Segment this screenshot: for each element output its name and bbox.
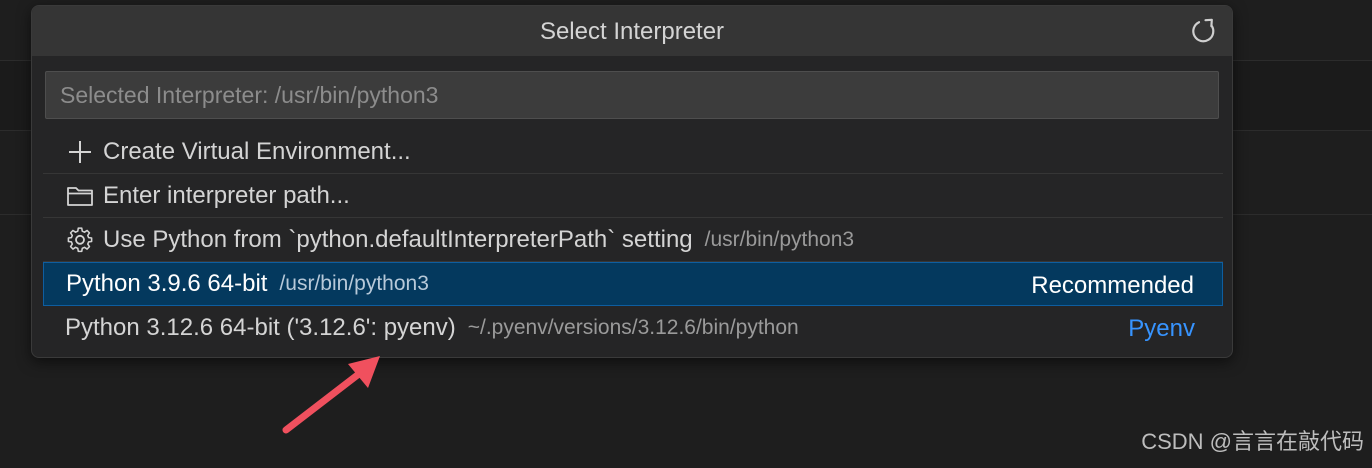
item-description: /usr/bin/python3	[279, 272, 429, 295]
item-description: ~/.pyenv/versions/3.12.6/bin/python	[467, 316, 799, 339]
interpreter-list: Create Virtual Environment... Enter inte…	[43, 130, 1223, 350]
recommended-badge: Recommended	[1031, 272, 1194, 299]
refresh-icon[interactable]	[1190, 17, 1218, 45]
item-label: Enter interpreter path...	[103, 181, 350, 209]
interpreter-filter-input[interactable]	[45, 71, 1219, 119]
interpreter-option-python-3-9-6[interactable]: Python 3.9.6 64-bit /usr/bin/python3 Rec…	[43, 262, 1223, 306]
interpreter-option-python-3-12-6[interactable]: Python 3.12.6 64-bit ('3.12.6': pyenv) ~…	[43, 306, 1223, 350]
pyenv-badge: Pyenv	[1128, 315, 1195, 342]
annotation-arrow-icon	[276, 350, 396, 445]
item-label: Python 3.9.6 64-bit	[66, 270, 268, 297]
create-virtual-environment-item[interactable]: Create Virtual Environment...	[43, 130, 1223, 174]
default-interpreter-path-item[interactable]: Use Python from `python.defaultInterpret…	[43, 218, 1223, 262]
folder-icon	[65, 182, 95, 210]
quick-pick-title: Select Interpreter	[539, 18, 725, 45]
enter-interpreter-path-item[interactable]: Enter interpreter path...	[43, 174, 1223, 218]
item-description: /usr/bin/python3	[704, 227, 855, 251]
gear-icon	[65, 226, 95, 254]
item-label: Python 3.12.6 64-bit ('3.12.6': pyenv)	[65, 314, 456, 341]
select-interpreter-quick-pick: Select Interpreter Create Virtual Enviro…	[31, 5, 1233, 358]
item-label: Create Virtual Environment...	[103, 137, 411, 165]
quick-pick-title-bar: Select Interpreter	[32, 6, 1232, 56]
watermark: CSDN @言言在敲代码	[1141, 429, 1364, 454]
item-label: Use Python from `python.defaultInterpret…	[103, 225, 693, 253]
plus-icon	[65, 138, 95, 166]
